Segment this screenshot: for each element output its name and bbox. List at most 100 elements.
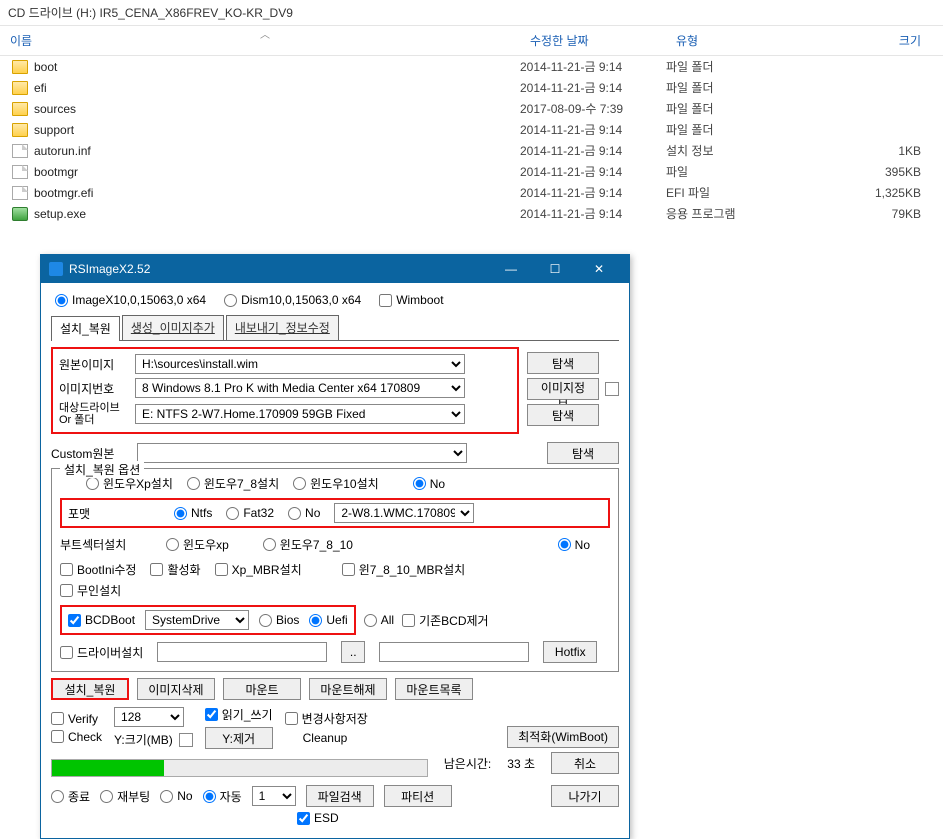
label-source-image: 원본이미지 <box>59 356 129 373</box>
file-icon <box>12 165 28 179</box>
file-name: autorun.inf <box>34 144 91 158</box>
browse-custom-button[interactable]: 탐색 <box>547 442 619 464</box>
browse-driver-button[interactable]: .. <box>341 641 365 663</box>
remain-label: 남은시간: <box>444 755 492 772</box>
file-date: 2014-11-21-금 9:14 <box>520 205 666 222</box>
check-driver[interactable]: 드라이버설치 <box>60 644 143 661</box>
image-info-button[interactable]: 이미지정보 <box>527 378 599 400</box>
optimize-button[interactable]: 최적화(WimBoot) <box>507 726 619 748</box>
check-wimboot[interactable]: Wimboot <box>379 293 443 307</box>
dialog-titlebar[interactable]: RSImageX2.52 — ☐ ✕ <box>41 255 629 283</box>
filesearch-button[interactable]: 파일검색 <box>306 785 374 807</box>
check-check[interactable]: Check <box>51 730 102 744</box>
col-type[interactable]: 유형 <box>666 26 786 55</box>
unmount-button[interactable]: 마운트해제 <box>309 678 387 700</box>
file-date: 2017-08-09-수 7:39 <box>520 100 666 117</box>
radio-bios[interactable]: Bios <box>259 613 299 627</box>
file-type: 파일 <box>666 163 786 180</box>
mount-list-button[interactable]: 마운트목록 <box>395 678 473 700</box>
radio-auto[interactable]: 자동 <box>203 788 242 805</box>
check-verify[interactable]: Verify <box>51 712 102 726</box>
check-silent[interactable]: 무인설치 <box>60 582 121 599</box>
label-custom-source: Custom원본 <box>51 445 131 462</box>
radio-boot7810[interactable]: 윈도우7_8_10 <box>263 536 353 553</box>
close-button[interactable]: ✕ <box>577 255 621 283</box>
select-image-index[interactable]: 8 Windows 8.1 Pro K with Media Center x6… <box>135 378 465 398</box>
file-name: boot <box>34 60 57 74</box>
radio-boot-no[interactable]: No <box>558 538 590 552</box>
select-auto-num[interactable]: 1 <box>252 786 296 806</box>
check-w7810mbr[interactable]: 윈7_8_10_MBR설치 <box>342 561 466 578</box>
radio-win10[interactable]: 윈도우10설치 <box>293 475 379 492</box>
mount-button[interactable]: 마운트 <box>223 678 301 700</box>
file-type: 파일 폴더 <box>666 58 786 75</box>
file-row[interactable]: setup.exe2014-11-21-금 9:14응용 프로그램79KB <box>0 203 943 224</box>
check-bcdboot[interactable]: BCDBoot <box>68 613 135 627</box>
select-format-label[interactable]: 2-W8.1.WMC.170809 <box>334 503 474 523</box>
radio-ntfs[interactable]: Ntfs <box>174 506 212 520</box>
radio-bootxp[interactable]: 윈도우xp <box>166 536 229 553</box>
radio-dism[interactable]: Dism10,0,15063,0 x64 <box>224 293 361 307</box>
radio-fat32[interactable]: Fat32 <box>226 506 274 520</box>
col-name[interactable]: 이름 ︿ <box>0 26 520 55</box>
hotfix-button[interactable]: Hotfix <box>543 641 597 663</box>
radio-reboot[interactable]: 재부팅 <box>100 788 150 805</box>
install-restore-button[interactable]: 설치_복원 <box>51 678 129 700</box>
minimize-button[interactable]: — <box>489 255 533 283</box>
delete-image-button[interactable]: 이미지삭제 <box>137 678 215 700</box>
browse-target-button[interactable]: 탐색 <box>527 404 599 426</box>
input-driver-opt[interactable] <box>379 642 529 662</box>
radio-win78[interactable]: 윈도우7_8설치 <box>187 475 279 492</box>
bcdboot-row: BCDBoot SystemDrive Bios Uefi <box>60 605 356 635</box>
select-chunk[interactable]: 128 <box>114 707 184 727</box>
col-date[interactable]: 수정한 날짜 <box>520 26 666 55</box>
tab-install-restore[interactable]: 설치_복원 <box>51 316 120 341</box>
file-row[interactable]: autorun.inf2014-11-21-금 9:14설치 정보1KB <box>0 140 943 161</box>
select-source-image[interactable]: H:\sources\install.wim <box>135 354 465 374</box>
radio-install-no[interactable]: No <box>413 477 445 491</box>
input-driver-path[interactable] <box>157 642 327 662</box>
file-row[interactable]: sources2017-08-09-수 7:39파일 폴더 <box>0 98 943 119</box>
action-buttons: 설치_복원 이미지삭제 마운트 마운트해제 마운트목록 <box>51 678 619 700</box>
file-row[interactable]: bootmgr2014-11-21-금 9:14파일395KB <box>0 161 943 182</box>
image-info-checkbox[interactable] <box>605 382 619 396</box>
check-delete-bcd[interactable]: 기존BCD제거 <box>402 612 489 629</box>
file-name: support <box>34 123 74 137</box>
exit-button[interactable]: 나가기 <box>551 785 619 807</box>
check-xpmbr[interactable]: Xp_MBR설치 <box>215 561 302 578</box>
radio-bottom-no[interactable]: No <box>160 789 192 803</box>
tab-create-add[interactable]: 생성_이미지추가 <box>122 315 224 340</box>
radio-uefi[interactable]: Uefi <box>309 613 347 627</box>
file-icon <box>12 186 28 200</box>
radio-imagex[interactable]: ImageX10,0,15063,0 x64 <box>55 293 206 307</box>
maximize-button[interactable]: ☐ <box>533 255 577 283</box>
radio-format-no[interactable]: No <box>288 506 320 520</box>
explorer-column-header: 이름 ︿ 수정한 날짜 유형 크기 <box>0 25 943 56</box>
radio-shutdown[interactable]: 종료 <box>51 788 90 805</box>
file-date: 2014-11-21-금 9:14 <box>520 121 666 138</box>
radio-all[interactable]: All <box>364 613 394 627</box>
file-row[interactable]: support2014-11-21-금 9:14파일 폴더 <box>0 119 943 140</box>
progress-bar <box>51 759 428 777</box>
ysize-checkbox[interactable] <box>179 733 193 747</box>
tab-export-edit[interactable]: 내보내기_정보수정 <box>226 315 339 340</box>
explorer-title: CD 드라이브 (H:) IR5_CENA_X86FREV_KO-KR_DV9 <box>0 0 943 25</box>
file-row[interactable]: boot2014-11-21-금 9:14파일 폴더 <box>0 56 943 77</box>
select-target-drive[interactable]: E: NTFS 2-W7.Home.170909 59GB Fixed <box>135 404 465 424</box>
file-row[interactable]: bootmgr.efi2014-11-21-금 9:14EFI 파일1,325K… <box>0 182 943 203</box>
check-savechg[interactable]: 변경사항저장 <box>285 710 368 727</box>
file-explorer: CD 드라이브 (H:) IR5_CENA_X86FREV_KO-KR_DV9 … <box>0 0 943 224</box>
check-esd[interactable]: ESD <box>297 811 339 825</box>
app-icon <box>49 262 63 276</box>
file-row[interactable]: efi2014-11-21-금 9:14파일 폴더 <box>0 77 943 98</box>
select-bcd-target[interactable]: SystemDrive <box>145 610 249 630</box>
select-custom-source[interactable] <box>137 443 467 463</box>
yremove-button[interactable]: Y:제거 <box>205 727 273 749</box>
cancel-button[interactable]: 취소 <box>551 752 619 774</box>
col-size[interactable]: 크기 <box>786 26 943 55</box>
browse-source-button[interactable]: 탐색 <box>527 352 599 374</box>
check-bootini[interactable]: BootIni수정 <box>60 561 136 578</box>
check-activate[interactable]: 활성화 <box>150 561 200 578</box>
partition-button[interactable]: 파티션 <box>384 785 452 807</box>
check-rw[interactable]: 읽기_쓰기 <box>205 706 273 723</box>
